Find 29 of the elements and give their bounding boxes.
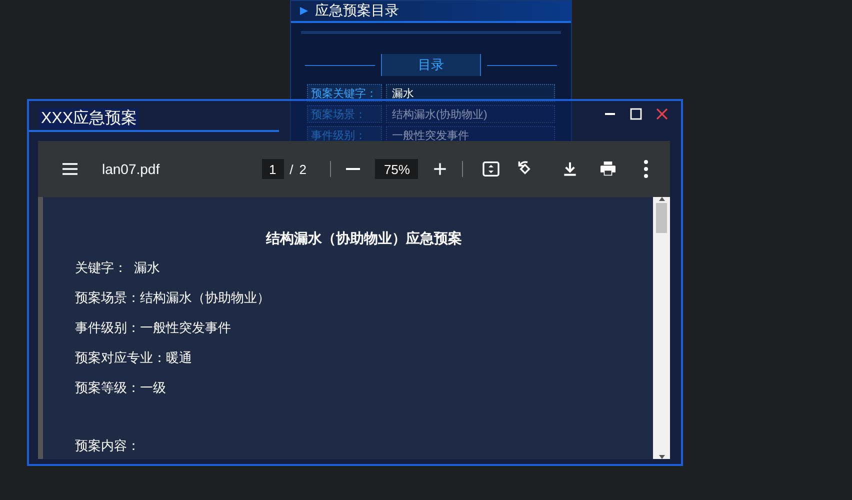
zoom-input[interactable]: 75% bbox=[375, 159, 418, 179]
file-name: lan07.pdf bbox=[102, 161, 160, 177]
section-title: 目录 bbox=[381, 54, 481, 76]
document-line: 预案等级：一级 bbox=[75, 379, 167, 397]
maximize-icon bbox=[630, 108, 642, 120]
field-value: 漏水 bbox=[386, 84, 555, 102]
close-icon bbox=[656, 108, 668, 120]
document-line: 预案对应专业：暖通 bbox=[75, 349, 193, 367]
minimize-icon bbox=[605, 113, 615, 115]
document-line: 关键字： 漏水 bbox=[75, 259, 162, 277]
field-label: 预案关键字： bbox=[307, 84, 382, 102]
scroll-down-icon[interactable] bbox=[658, 455, 664, 459]
scrollbar[interactable] bbox=[653, 197, 670, 459]
scrollbar-thumb[interactable] bbox=[656, 203, 667, 233]
document-line: 事件级别：一般性突发事件 bbox=[75, 319, 232, 337]
document-line: 预案场景：结构漏水（协助物业） bbox=[75, 289, 271, 307]
window-title: XXX应急预案 bbox=[39, 108, 140, 129]
field-label: 预案场景： bbox=[307, 105, 382, 123]
field-value: 结构漏水(协助物业) bbox=[386, 105, 555, 123]
page-input[interactable]: 1 bbox=[262, 159, 284, 179]
panel-title: 应急预案目录 bbox=[315, 2, 399, 20]
fit-page-icon bbox=[481, 159, 502, 179]
page-count: 2 bbox=[299, 162, 306, 176]
document-heading: 结构漏水（协助物业）应急预案 bbox=[264, 230, 463, 248]
document-line: 预案内容： bbox=[75, 437, 141, 455]
triangle-icon bbox=[299, 6, 309, 16]
more-icon bbox=[644, 160, 648, 178]
page-separator: / bbox=[290, 162, 294, 176]
minus-icon bbox=[346, 168, 360, 170]
